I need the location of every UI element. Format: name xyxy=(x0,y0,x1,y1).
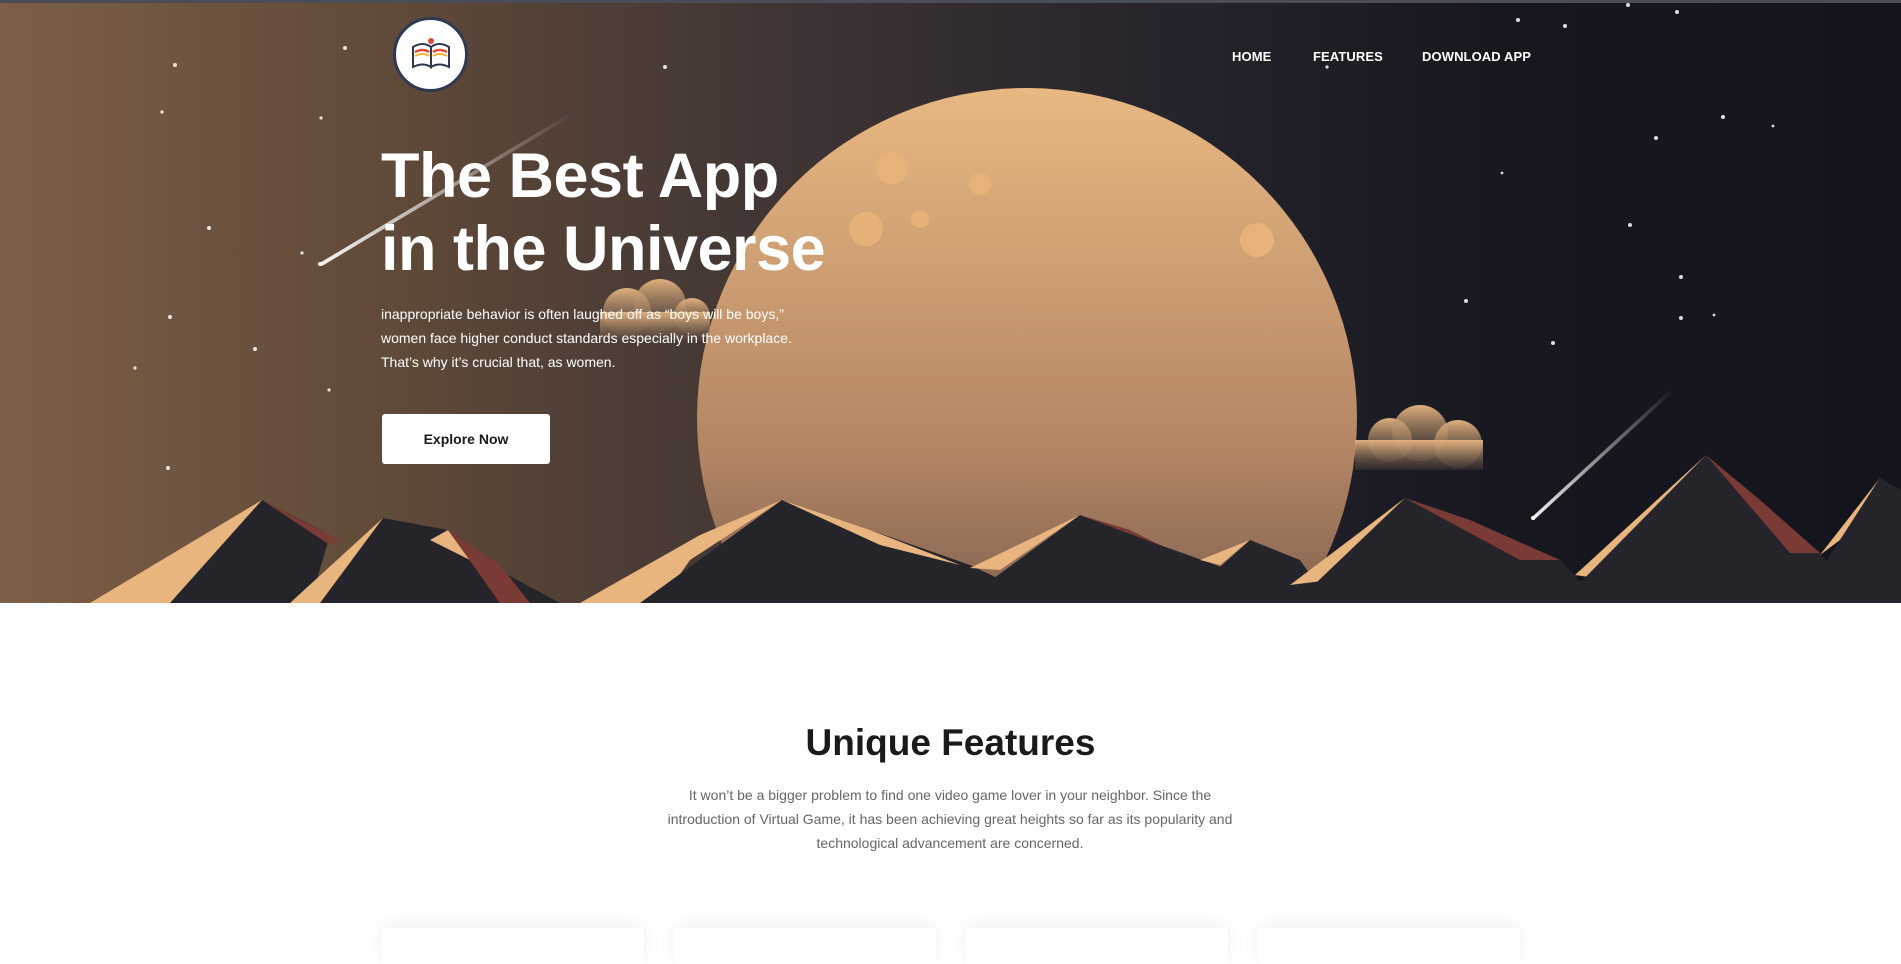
features-description-line-3: technological advancement are concerned. xyxy=(816,835,1084,851)
hero-illustration xyxy=(90,3,1901,603)
feature-card[interactable] xyxy=(1258,928,1520,964)
brand-logo[interactable] xyxy=(393,17,468,92)
features-title: Unique Features xyxy=(805,722,1096,763)
features-description-line-1: It won’t be a bigger problem to find one… xyxy=(688,787,1212,803)
features-description-line-2: introduction of Virtual Game, it has bee… xyxy=(667,811,1233,827)
cloud-right xyxy=(1355,405,1483,470)
feature-card[interactable] xyxy=(382,928,644,964)
features-description: It won’t be a bigger problem to find one… xyxy=(650,783,1250,855)
meteor-right xyxy=(1531,388,1674,520)
feature-card[interactable] xyxy=(966,928,1228,964)
feature-card[interactable] xyxy=(674,928,936,964)
hero-title-line-1: The Best App xyxy=(381,141,779,211)
nav-download-app[interactable]: DOWNLOAD APP xyxy=(1422,49,1531,64)
open-book-logo-icon xyxy=(411,37,450,69)
explore-now-button[interactable]: Explore Now xyxy=(382,414,550,464)
hero-title-line-2: in the Universe xyxy=(381,214,826,284)
hero-title: The Best App in the Universe xyxy=(381,140,861,286)
hero-banner: HOME FEATURES DOWNLOAD APP The Best App … xyxy=(0,0,1901,603)
nav-features[interactable]: FEATURES xyxy=(1313,49,1383,64)
nav-home[interactable]: HOME xyxy=(1232,49,1271,64)
hero-description-line-1: inappropriate behavior is often laughed … xyxy=(381,306,784,322)
hero-description-line-3: That’s why it’s crucial that, as women. xyxy=(381,354,616,370)
hero-description: inappropriate behavior is often laughed … xyxy=(381,302,821,374)
hero-description-line-2: women face higher conduct standards espe… xyxy=(381,330,792,346)
